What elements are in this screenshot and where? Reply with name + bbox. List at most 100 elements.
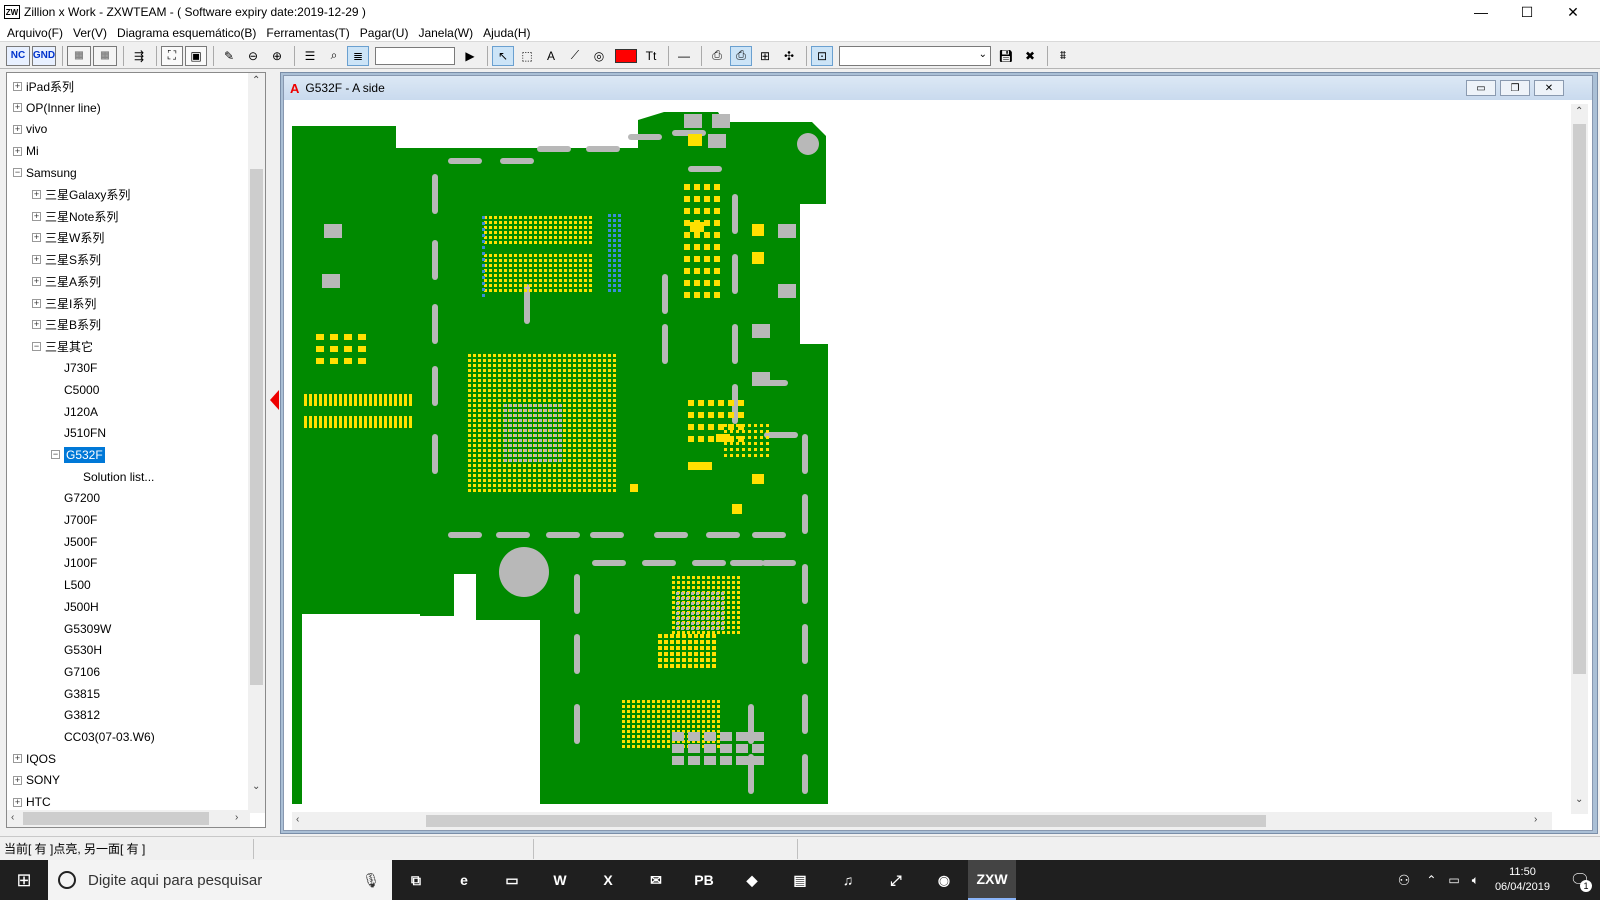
child-minimize-button[interactable]: ▭ [1466, 80, 1496, 96]
expand-icon[interactable]: + [32, 320, 41, 330]
tree-item[interactable]: CC03(07-03.W6) [51, 726, 155, 748]
maximize-button[interactable]: ☐ [1504, 0, 1550, 24]
zoom-in-icon[interactable]: ⊕ [266, 46, 288, 66]
taskbar-mail-icon[interactable]: ✉ [632, 860, 680, 900]
collapse-icon[interactable]: − [13, 168, 22, 178]
tree-item[interactable]: G7106 [51, 661, 100, 683]
child-close-button[interactable]: ✕ [1534, 80, 1564, 96]
tree-item[interactable]: J510FN [51, 422, 106, 444]
volume-icon[interactable]: 🔈︎ [1472, 873, 1479, 888]
menu-diagrama[interactable]: Diagrama esquemático(B) [117, 26, 256, 40]
tree-item[interactable]: + IQOS [13, 748, 56, 770]
tree-item[interactable]: G7200 [51, 487, 100, 509]
tree-item[interactable]: J500H [51, 596, 99, 618]
text-size-icon[interactable]: Tt [640, 46, 662, 66]
tree-hscroll-thumb[interactable] [23, 812, 209, 825]
find-icon[interactable]: ⌕ [323, 46, 345, 66]
expand-icon[interactable]: + [13, 797, 22, 807]
edit-icon[interactable]: ✎ [218, 46, 240, 66]
scroll-down-icon[interactable]: ⌄ [252, 781, 260, 792]
menu-arquivo[interactable]: Arquivo(F) [7, 26, 63, 40]
expand-icon[interactable]: + [32, 190, 41, 199]
menu-ferramentas[interactable]: Ferramentas(T) [266, 26, 349, 40]
scroll-up-icon[interactable]: ⌃ [252, 75, 260, 86]
tree-item[interactable]: − 三星其它 [32, 335, 93, 357]
capture2-icon[interactable]: ⎙ [730, 45, 752, 66]
canvas-vscroll-thumb[interactable] [1573, 124, 1586, 674]
people-icon[interactable]: ⚇ [1398, 872, 1411, 889]
tree-item[interactable]: + 三星A系列 [32, 270, 101, 292]
network-icon[interactable]: ▭ [1448, 873, 1459, 887]
taskbar-task-view-icon[interactable]: ⧉ [392, 860, 440, 900]
tree-item[interactable]: + 三星Note系列 [32, 205, 118, 227]
select-area-icon[interactable]: ⬚ [516, 46, 538, 66]
child-restore-button[interactable]: ❐ [1500, 80, 1530, 96]
panel-splitter[interactable] [266, 72, 279, 828]
taskbar-itunes-icon[interactable]: ♫ [824, 860, 872, 900]
windows-start-icon[interactable]: ⊞ [0, 860, 48, 900]
tree-item[interactable]: + Mi [13, 140, 39, 162]
model-tree-panel[interactable]: + iPad系列 + OP(Inner line) + vivo + Mi − Samsung + 三… [6, 72, 266, 828]
canvas-horizontal-scrollbar[interactable]: ‹ › [292, 812, 1552, 830]
menu-ver[interactable]: Ver(V) [73, 26, 107, 40]
text-a-icon[interactable]: A [540, 46, 562, 66]
expand-icon[interactable]: + [32, 211, 41, 221]
save-icon[interactable]: 💾︎ [995, 46, 1017, 66]
tree-item[interactable]: + vivo [13, 118, 47, 140]
connect-icon[interactable]: ⊡ [811, 45, 833, 66]
shape-tool-icon[interactable]: ◎ [588, 46, 610, 66]
disabled-tool2-icon[interactable]: ▦ [93, 45, 117, 66]
capture-icon[interactable]: ⎙ [706, 46, 728, 66]
tree-item[interactable]: + 三星S系列 [32, 249, 101, 271]
tree-horizontal-scrollbar[interactable]: ‹ › [7, 810, 250, 827]
tree-item[interactable]: G530H [51, 639, 102, 661]
collapse-icon[interactable]: − [51, 450, 60, 460]
pointer-icon[interactable]: ↖ [492, 45, 514, 66]
expand-icon[interactable]: + [13, 775, 22, 785]
board-view-window[interactable]: A G532F - A side ▭ ❐ ✕ ⌃ ⌄ ‹ › [283, 75, 1593, 831]
fit-view-icon[interactable]: ⛶ [161, 45, 183, 66]
scroll-left-icon[interactable]: ‹ [11, 812, 14, 823]
tree-item[interactable]: + OP(Inner line) [13, 97, 101, 119]
tree-vertical-scrollbar[interactable]: ⌃ ⌄ [248, 73, 265, 813]
notification-center-icon[interactable]: 🗨︎ 1 [1560, 860, 1600, 900]
scroll-right-icon[interactable]: › [1534, 814, 1537, 825]
component-view-icon[interactable]: ▣ [185, 45, 207, 66]
tree-item[interactable]: Solution list... [70, 466, 154, 488]
close-button[interactable]: ✕ [1550, 0, 1596, 24]
expand-icon[interactable]: + [13, 124, 22, 134]
tree-item[interactable]: G3815 [51, 683, 100, 705]
taskbar-app-chart-icon[interactable]: ⤢ [872, 860, 920, 900]
menu-janela[interactable]: Janela(W) [418, 26, 473, 40]
list-icon[interactable]: ≣ [347, 45, 369, 66]
expand-icon[interactable]: + [13, 81, 22, 91]
scroll-down-icon[interactable]: ⌄ [1575, 794, 1583, 805]
taskbar-app-blue-icon[interactable]: ◆ [728, 860, 776, 900]
tree-item[interactable]: G3812 [51, 704, 100, 726]
pcb-canvas[interactable] [292, 104, 1552, 814]
expand-icon[interactable]: + [13, 103, 22, 113]
scroll-right-icon[interactable]: › [235, 812, 238, 823]
tree-item[interactable]: J730F [51, 357, 97, 379]
search-input[interactable] [375, 46, 455, 65]
tray-chevron-up-icon[interactable]: ⌃ [1426, 873, 1436, 887]
tree-item[interactable]: + iPad系列 [13, 75, 74, 97]
tree-item[interactable]: + 三星Galaxy系列 [32, 184, 130, 206]
color-picker-button[interactable] [615, 48, 637, 63]
menu-pagar[interactable]: Pagar(U) [360, 26, 409, 40]
nc-button[interactable]: NC [6, 45, 30, 66]
expand-icon[interactable]: + [13, 754, 22, 764]
close-x-icon[interactable]: ✖ [1019, 46, 1041, 66]
board-view-titlebar[interactable]: A G532F - A side ▭ ❐ ✕ [284, 76, 1592, 100]
scroll-up-icon[interactable]: ⌃ [1575, 106, 1583, 117]
line-tool-icon[interactable]: ⟋ [564, 46, 586, 66]
layout-icon[interactable]: ⊞ [754, 46, 776, 66]
go-icon[interactable]: ▶ [459, 46, 481, 66]
taskbar-search-box[interactable]: Digite aqui para pesquisar 🎙︎ [48, 860, 392, 900]
tree-item[interactable]: J700F [51, 509, 97, 531]
taskbar-word-icon[interactable]: W [536, 860, 584, 900]
microphone-icon[interactable]: 🎙︎ [362, 872, 380, 889]
menu-ajuda[interactable]: Ajuda(H) [483, 26, 530, 40]
net-tool-icon[interactable]: ⇶ [128, 46, 150, 66]
layer-icon[interactable]: ☰ [299, 46, 321, 66]
